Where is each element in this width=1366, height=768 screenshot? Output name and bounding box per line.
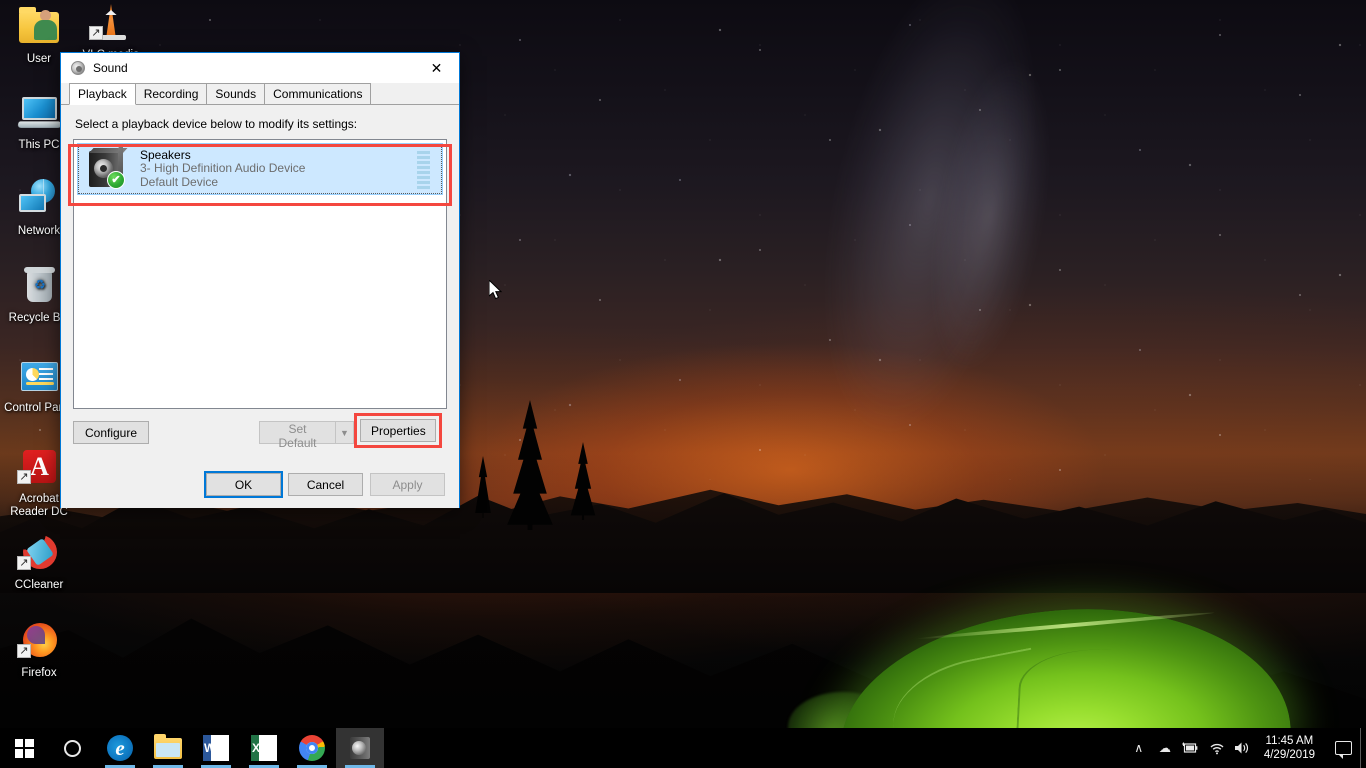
properties-button[interactable]: Properties <box>360 419 436 442</box>
word-glyph: W <box>204 741 216 755</box>
chrome-icon <box>299 735 325 761</box>
set-default-button[interactable]: Set Default <box>259 421 335 450</box>
tent-seam <box>1016 644 1201 741</box>
tab-recording[interactable]: Recording <box>134 83 208 104</box>
tent-seam <box>915 610 1215 641</box>
close-icon[interactable]: ✕ <box>414 53 459 83</box>
edge-icon: e <box>107 735 133 761</box>
control-panel-icon <box>15 355 63 399</box>
desktop-icon-label: Firefox <box>21 667 57 679</box>
ok-button[interactable]: OK <box>204 471 283 498</box>
recycle-bin-icon: ♻ <box>15 265 63 309</box>
playback-prompt-label: Select a playback device below to modify… <box>75 117 358 131</box>
cortana-search-button[interactable] <box>48 728 96 768</box>
chevron-down-icon[interactable]: ▼ <box>335 421 354 444</box>
tab-communications[interactable]: Communications <box>264 83 372 104</box>
dialog-footer-buttons: OK Cancel Apply <box>61 461 459 508</box>
clock-date: 4/29/2019 <box>1263 749 1315 761</box>
desktop-icon-label: CCleaner <box>14 579 64 591</box>
default-device-check-icon: ✔ <box>107 171 125 189</box>
taskbar-item-word[interactable]: W <box>192 728 240 768</box>
cancel-button[interactable]: Cancel <box>288 473 363 496</box>
volume-meter-icon <box>417 151 430 189</box>
device-name: Speakers <box>140 147 191 162</box>
onedrive-cloud-icon[interactable]: ☁ <box>1152 728 1178 768</box>
folder-icon <box>154 733 182 759</box>
dialog-titlebar[interactable]: Sound ✕ <box>61 53 459 83</box>
speaker-device-icon: ✔ <box>87 149 127 189</box>
tab-sounds[interactable]: Sounds <box>206 83 266 104</box>
firefox-icon: ↗ <box>15 620 63 664</box>
dialog-title: Sound <box>93 61 128 75</box>
taskbar-item-chrome[interactable] <box>288 728 336 768</box>
clock-time: 11:45 AM <box>1265 735 1314 747</box>
playback-device-list[interactable]: ✔ Speakers 3- High Definition Audio Devi… <box>73 139 447 409</box>
show-desktop-button[interactable] <box>1360 728 1366 768</box>
speaker-icon <box>347 735 373 761</box>
set-default-split-button[interactable]: Set Default ▼ <box>259 421 354 450</box>
device-list-item-speakers[interactable]: ✔ Speakers 3- High Definition Audio Devi… <box>77 143 443 195</box>
device-action-buttons: Configure Set Default ▼ Properties <box>73 413 447 450</box>
desktop-icon-ccleaner[interactable]: ↗ CCleaner <box>2 532 76 592</box>
device-description: 3- High Definition Audio Device <box>140 161 306 176</box>
network-icon <box>15 178 63 222</box>
notification-icon <box>1334 741 1352 759</box>
taskbar-item-sound[interactable] <box>336 728 384 768</box>
this-pc-icon <box>15 92 63 136</box>
device-text-block: Speakers 3- High Definition Audio Device… <box>140 147 306 190</box>
taskbar-item-excel[interactable]: X <box>240 728 288 768</box>
user-folder-icon <box>15 6 63 50</box>
excel-icon: X <box>251 735 277 761</box>
device-status: Default Device <box>140 174 219 189</box>
speaker-icon <box>70 60 86 76</box>
volume-icon[interactable] <box>1230 728 1256 768</box>
properties-button-highlight: Properties <box>354 413 442 448</box>
start-button[interactable] <box>0 728 48 768</box>
desktop-icon-firefox[interactable]: ↗ Firefox <box>2 620 76 680</box>
action-center-button[interactable] <box>1326 728 1360 768</box>
taskbar-item-edge[interactable]: e <box>96 728 144 768</box>
system-tray: ∧ ☁ 11:45 AM 4/29/2019 <box>1126 728 1366 768</box>
excel-glyph: X <box>252 741 261 755</box>
acrobat-reader-icon: A ↗ <box>15 446 63 490</box>
chevron-up-icon[interactable]: ∧ <box>1126 728 1152 768</box>
taskbar-item-file-explorer[interactable] <box>144 728 192 768</box>
clock[interactable]: 11:45 AM 4/29/2019 <box>1256 728 1326 768</box>
sound-dialog-window: Sound ✕ Playback Recording Sounds Commun… <box>60 52 460 508</box>
windows-logo-icon <box>14 738 34 758</box>
tab-playback[interactable]: Playback <box>69 83 136 105</box>
vlc-media-player-icon: ↗ <box>87 2 135 46</box>
configure-button[interactable]: Configure <box>73 421 149 444</box>
tab-strip: Playback Recording Sounds Communications <box>61 83 459 105</box>
ccleaner-icon: ↗ <box>15 532 63 576</box>
apply-button[interactable]: Apply <box>370 473 445 496</box>
taskbar: e W X ∧ ☁ 11:45 AM 4/29/2019 <box>0 728 1366 768</box>
word-icon: W <box>203 735 229 761</box>
playback-tab-panel: Select a playback device below to modify… <box>61 105 459 508</box>
battery-icon[interactable] <box>1178 728 1204 768</box>
wifi-icon[interactable] <box>1204 728 1230 768</box>
cortana-circle-icon <box>63 739 81 757</box>
